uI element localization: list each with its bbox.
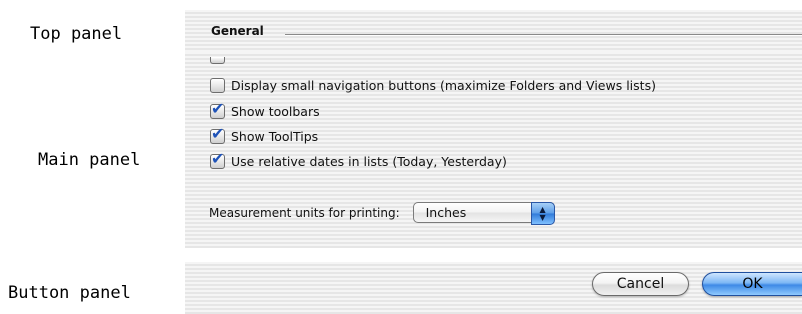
checkmark-icon: ✔ [211, 98, 225, 118]
main-panel-annotation: Main panel [38, 150, 141, 170]
checkbox-show-toolbars[interactable]: ✔ [210, 99, 225, 119]
measurement-units-label: Measurement units for printing: [209, 205, 400, 220]
measurement-units-popup[interactable]: Inches ▲ ▼ [412, 202, 555, 225]
top-panel: General [185, 10, 802, 52]
top-panel-annotation: Top panel [30, 24, 123, 44]
section-title: General [211, 24, 264, 38]
checkbox-row-small-nav-buttons[interactable]: Display small navigation buttons (maximi… [210, 76, 656, 94]
cancel-button[interactable]: Cancel [592, 272, 689, 296]
section-divider [285, 34, 802, 36]
button-panel: Cancel OK [185, 262, 802, 314]
checkbox-label: Show toolbars [231, 103, 320, 119]
checkbox-row-show-tooltips[interactable]: ✔ Show ToolTips [210, 124, 319, 145]
checkbox-label: Display small navigation buttons (maximi… [231, 77, 656, 93]
checkbox-row-relative-dates[interactable]: ✔ Use relative dates in lists (Today, Ye… [210, 149, 507, 170]
checkbox-relative-dates[interactable]: ✔ [210, 149, 225, 169]
checkbox-label: Use relative dates in lists (Today, Yest… [231, 153, 507, 169]
checkbox[interactable] [210, 56, 225, 64]
up-down-arrows-icon: ▲ ▼ [530, 202, 555, 225]
checkbox-small-nav-buttons[interactable] [210, 77, 225, 93]
ok-button[interactable]: OK [702, 272, 802, 296]
checkbox-label: Show ToolTips [231, 128, 319, 144]
measurement-units-row: Measurement units for printing: Inches ▲… [209, 202, 555, 225]
checkbox-row-partial[interactable] [210, 51, 225, 69]
checkmark-icon: ✔ [211, 123, 225, 143]
checkbox-row-show-toolbars[interactable]: ✔ Show toolbars [210, 99, 320, 120]
checkmark-icon: ✔ [211, 148, 225, 168]
main-panel: Display small navigation buttons (maximi… [185, 52, 802, 248]
button-panel-annotation: Button panel [8, 283, 131, 303]
checkbox-show-tooltips[interactable]: ✔ [210, 124, 225, 144]
measurement-units-value: Inches [425, 205, 467, 220]
